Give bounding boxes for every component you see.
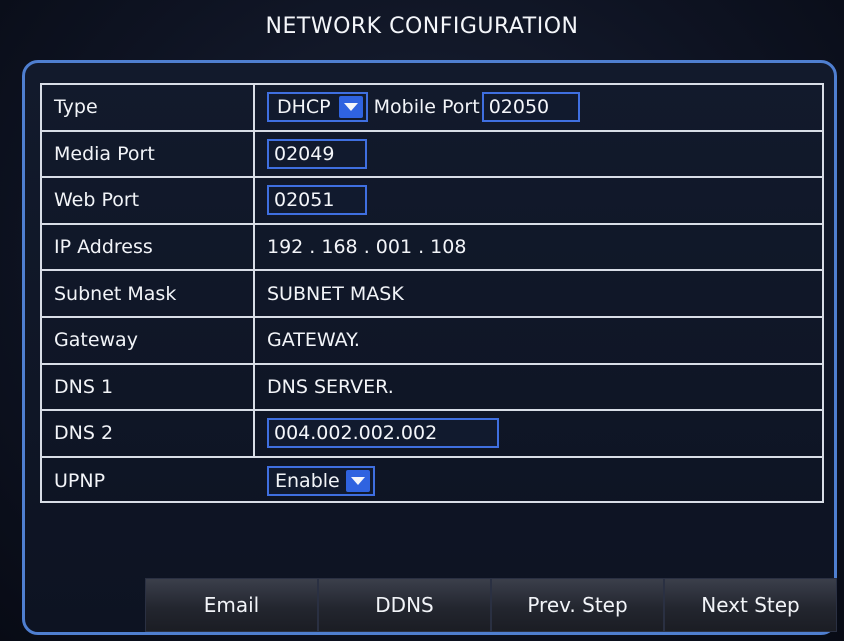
web-port-field[interactable]: 02051 bbox=[267, 185, 367, 216]
mobile-port-label: Mobile Port bbox=[373, 96, 480, 119]
type-value-cell: DHCP Mobile Port 02050 bbox=[255, 85, 822, 130]
page-title: NETWORK CONFIGURATION bbox=[265, 14, 579, 39]
upnp-value-cell: Enable bbox=[255, 458, 822, 505]
gateway-value[interactable]: GATEWAY. bbox=[255, 318, 822, 363]
row-upnp: UPNP Enable bbox=[42, 458, 822, 505]
media-port-field[interactable]: 02049 bbox=[267, 138, 367, 169]
media-port-value-cell: 02049 bbox=[255, 132, 822, 177]
type-label: Type bbox=[42, 85, 255, 130]
bottom-button-bar: Email DDNS Prev. Step Next Step bbox=[145, 578, 837, 632]
row-ip-address: IP Address 192 . 168 . 001 . 108 bbox=[42, 224, 822, 272]
web-port-label: Web Port bbox=[42, 178, 255, 223]
dns2-label: DNS 2 bbox=[42, 411, 255, 456]
row-type: Type DHCP Mobile Port 02050 bbox=[42, 85, 822, 132]
email-button[interactable]: Email bbox=[145, 578, 318, 632]
gateway-label: Gateway bbox=[42, 318, 255, 363]
ddns-button[interactable]: DDNS bbox=[318, 578, 491, 632]
media-port-label: Media Port bbox=[42, 131, 255, 177]
settings-table: Type DHCP Mobile Port 02050 Media Port 0… bbox=[40, 83, 824, 503]
type-select[interactable]: DHCP bbox=[267, 92, 368, 123]
subnet-mask-value[interactable]: SUBNET MASK bbox=[255, 271, 822, 316]
dns2-value-cell: 004.002.002.002 bbox=[255, 411, 822, 456]
ip-address-label: IP Address bbox=[42, 224, 255, 270]
subnet-mask-label: Subnet Mask bbox=[42, 271, 255, 316]
upnp-label: UPNP bbox=[54, 470, 106, 493]
row-web-port: Web Port 02051 bbox=[42, 178, 822, 225]
row-gateway: Gateway GATEWAY. bbox=[42, 318, 822, 365]
row-subnet-mask: Subnet Mask SUBNET MASK bbox=[42, 271, 822, 318]
dns2-field[interactable]: 004.002.002.002 bbox=[267, 418, 499, 449]
web-port-value-cell: 02051 bbox=[255, 178, 822, 223]
row-dns1: DNS 1 DNS SERVER. bbox=[42, 364, 822, 412]
prev-step-button[interactable]: Prev. Step bbox=[491, 578, 664, 632]
ip-address-value[interactable]: 192 . 168 . 001 . 108 bbox=[255, 225, 822, 270]
type-select-value: DHCP bbox=[277, 96, 331, 119]
chevron-down-icon[interactable] bbox=[345, 470, 370, 493]
next-step-button[interactable]: Next Step bbox=[664, 578, 837, 632]
monitor-screen: NETWORK CONFIGURATION Type DHCP Mobile P… bbox=[0, 0, 844, 641]
row-media-port: Media Port 02049 bbox=[42, 131, 822, 179]
chevron-down-icon[interactable] bbox=[338, 96, 363, 119]
upnp-select[interactable]: Enable bbox=[267, 466, 375, 497]
upnp-select-value: Enable bbox=[275, 470, 340, 493]
mobile-port-field[interactable]: 02050 bbox=[481, 92, 580, 123]
dns1-label: DNS 1 bbox=[42, 364, 255, 410]
row-dns2: DNS 2 004.002.002.002 bbox=[42, 411, 822, 458]
dns1-value[interactable]: DNS SERVER. bbox=[255, 365, 822, 410]
